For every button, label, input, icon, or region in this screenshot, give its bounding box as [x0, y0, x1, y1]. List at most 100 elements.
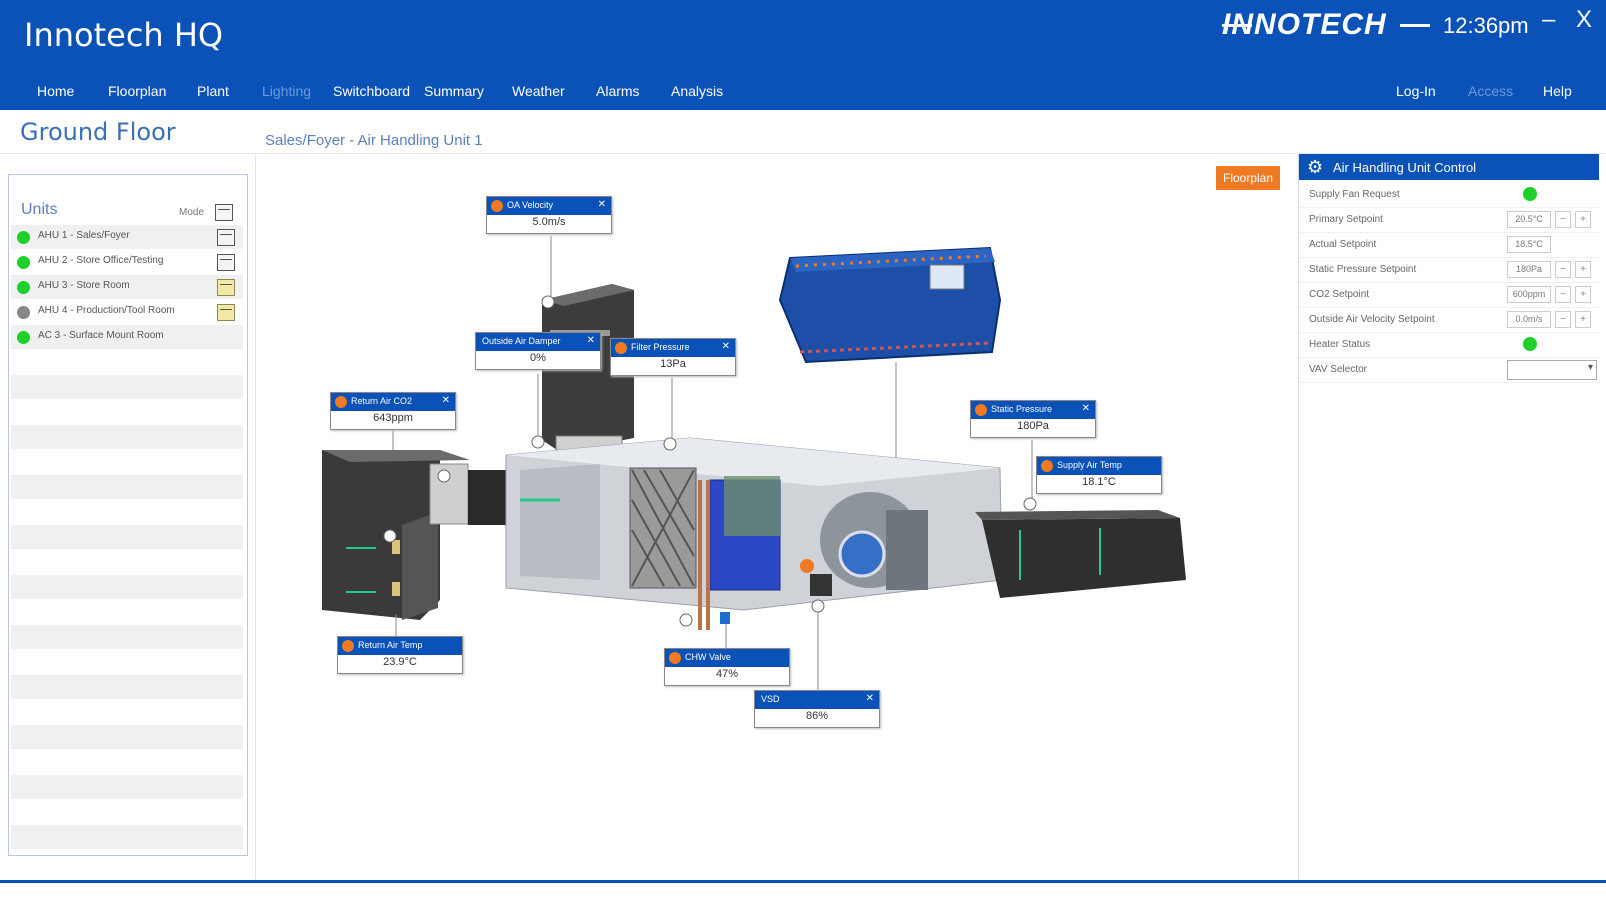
- point-value: 86%: [805, 710, 829, 722]
- increment-button[interactable]: +: [1575, 311, 1591, 328]
- nav-switchboard[interactable]: Switchboard: [333, 83, 410, 99]
- unit-row[interactable]: AHU 3 - Store Room: [11, 275, 243, 299]
- nav-plant[interactable]: Plant: [197, 83, 229, 99]
- decrement-button[interactable]: −: [1555, 311, 1571, 328]
- empty-row: [11, 825, 243, 849]
- nav-lighting[interactable]: Lighting: [262, 83, 311, 99]
- nav-access[interactable]: Access: [1468, 83, 1513, 99]
- breadcrumb[interactable]: Sales/Foyer - Air Handling Unit 1: [265, 132, 483, 149]
- point-title: OA Velocity: [507, 200, 554, 210]
- decrement-button[interactable]: −: [1555, 211, 1571, 228]
- increment-button[interactable]: +: [1575, 261, 1591, 278]
- close-button[interactable]: X: [1576, 6, 1592, 34]
- unit-row[interactable]: AHU 4 - Production/Tool Room: [11, 300, 243, 324]
- ahu-control-panel: ⚙ Air Handling Unit Control Supply Fan R…: [1298, 154, 1599, 880]
- control-value[interactable]: 0.0m/s: [1507, 311, 1551, 328]
- close-icon[interactable]: ✕: [866, 693, 874, 704]
- clock: 12:36pm: [1443, 13, 1529, 38]
- status-dot: [17, 306, 30, 319]
- divider-vertical: [255, 154, 256, 880]
- alarm-icon: [615, 342, 627, 354]
- close-icon[interactable]: ✕: [598, 199, 606, 210]
- schedule-icon[interactable]: [217, 254, 235, 271]
- control-row: Supply Fan Request: [1299, 182, 1599, 208]
- unit-row[interactable]: AC 3 - Surface Mount Room: [11, 325, 243, 349]
- point-value: 643ppm: [373, 412, 413, 424]
- alarm-icon: [669, 652, 681, 664]
- schedule-icon[interactable]: [217, 229, 235, 246]
- point-oa-velocity[interactable]: OA Velocity ✕ 5.0m/s: [486, 196, 612, 234]
- control-row: Primary Setpoint 20.5°C − +: [1299, 207, 1599, 233]
- decrement-button[interactable]: −: [1555, 286, 1571, 303]
- point-header: Filter Pressure ✕: [611, 339, 735, 357]
- point-chw-valve[interactable]: CHW Valve 47%: [664, 648, 790, 686]
- control-row: VAV Selector: [1299, 357, 1599, 383]
- point-supply-air-temp[interactable]: Supply Air Temp 18.1°C: [1036, 456, 1162, 494]
- control-panel-title: Air Handling Unit Control: [1333, 160, 1477, 175]
- nav-weather[interactable]: Weather: [512, 83, 565, 99]
- unit-row[interactable]: AHU 2 - Store Office/Testing: [11, 250, 243, 274]
- point-filter-pressure[interactable]: Filter Pressure ✕ 13Pa: [610, 338, 736, 376]
- schedule-icon[interactable]: [217, 304, 235, 321]
- alarm-icon: [342, 640, 354, 652]
- brand-line-right: [1400, 24, 1430, 27]
- point-title: Supply Air Temp: [1057, 460, 1122, 470]
- empty-row: [11, 675, 243, 699]
- decrement-button[interactable]: −: [1555, 261, 1571, 278]
- control-value[interactable]: 20.5°C: [1507, 211, 1551, 228]
- point-return-air-co2[interactable]: Return Air CO2 ✕ 643ppm: [330, 392, 456, 430]
- floorplan-button[interactable]: Floorplan: [1216, 166, 1280, 190]
- point-value: 47%: [715, 668, 739, 680]
- close-icon[interactable]: ✕: [442, 395, 450, 406]
- point-header: VSD ✕: [755, 691, 879, 709]
- increment-button[interactable]: +: [1575, 211, 1591, 228]
- control-label: Static Pressure Setpoint: [1309, 264, 1417, 275]
- bottom-border: [0, 880, 1606, 883]
- schedule-icon[interactable]: [215, 204, 233, 221]
- point-value: 23.9°C: [383, 656, 417, 668]
- control-label: Heater Status: [1309, 339, 1371, 350]
- point-header: Static Pressure ✕: [971, 401, 1095, 419]
- control-row: Static Pressure Setpoint 180Pa − +: [1299, 257, 1599, 283]
- point-static-pressure[interactable]: Static Pressure ✕ 180Pa: [970, 400, 1096, 438]
- point-return-air-temp[interactable]: Return Air Temp 23.9°C: [337, 636, 463, 674]
- point-title: Return Air Temp: [358, 640, 423, 650]
- nav-alarms[interactable]: Alarms: [596, 83, 640, 99]
- nav-login[interactable]: Log-In: [1396, 83, 1436, 99]
- alarm-icon: [975, 404, 987, 416]
- control-row: Actual Setpoint 18.5°C: [1299, 232, 1599, 258]
- point-vsd[interactable]: VSD ✕ 86%: [754, 690, 880, 728]
- point-header: OA Velocity ✕: [487, 197, 611, 215]
- nav-help[interactable]: Help: [1543, 83, 1572, 99]
- control-value[interactable]: 600ppm: [1507, 286, 1551, 303]
- close-icon[interactable]: ✕: [587, 335, 595, 346]
- point-outside-air-damper[interactable]: Outside Air Damper ✕ 0%: [475, 332, 601, 370]
- unit-row[interactable]: AHU 1 - Sales/Foyer: [11, 225, 243, 249]
- empty-row: [11, 375, 243, 399]
- point-title: Static Pressure: [991, 404, 1053, 414]
- control-value[interactable]: 180Pa: [1507, 261, 1551, 278]
- close-icon[interactable]: ✕: [1082, 403, 1090, 414]
- empty-row: [11, 775, 243, 799]
- gear-icon: ⚙: [1307, 157, 1324, 177]
- point-header: CHW Valve: [665, 649, 789, 667]
- vav-selector-dropdown[interactable]: [1507, 360, 1597, 380]
- unit-name: AHU 4 - Production/Tool Room: [38, 305, 175, 316]
- unit-name: AHU 3 - Store Room: [38, 280, 130, 291]
- status-dot: [17, 281, 30, 294]
- point-header: Return Air CO2 ✕: [331, 393, 455, 411]
- nav-analysis[interactable]: Analysis: [671, 83, 723, 99]
- point-value: 18.1°C: [1082, 476, 1116, 488]
- point-title: Outside Air Damper: [482, 336, 561, 346]
- schedule-icon[interactable]: [217, 279, 235, 296]
- control-label: Outside Air Velocity Setpoint: [1309, 314, 1435, 325]
- empty-row: [11, 425, 243, 449]
- minimize-button[interactable]: –: [1542, 6, 1555, 34]
- increment-button[interactable]: +: [1575, 286, 1591, 303]
- nav-home[interactable]: Home: [37, 83, 74, 99]
- close-icon[interactable]: ✕: [722, 341, 730, 352]
- control-value: 18.5°C: [1507, 236, 1551, 253]
- nav-summary[interactable]: Summary: [424, 83, 484, 99]
- nav-floorplan[interactable]: Floorplan: [108, 83, 166, 99]
- empty-row: [11, 525, 243, 549]
